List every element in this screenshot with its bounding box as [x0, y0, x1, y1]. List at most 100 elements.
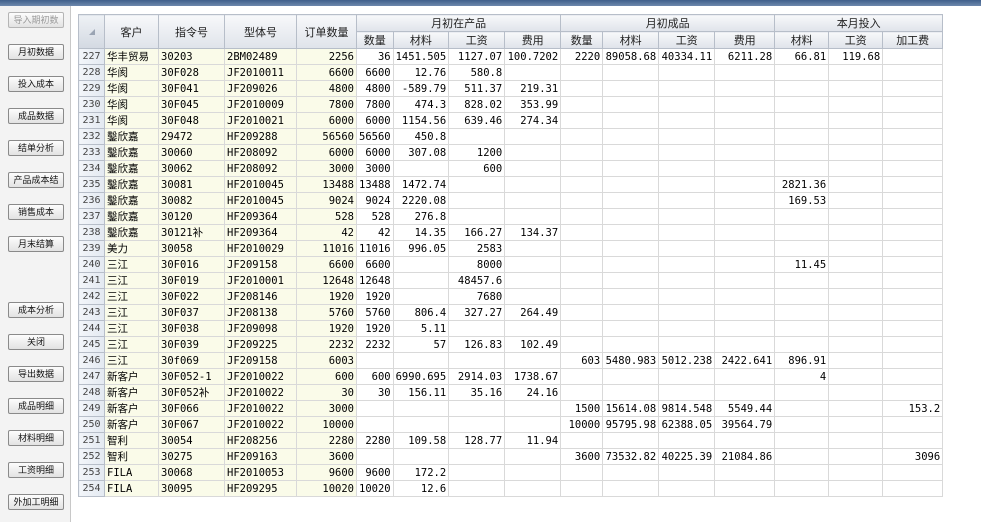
order-no-cell[interactable]: 30054 — [158, 432, 225, 449]
wip-material-cell[interactable]: 57 — [392, 336, 450, 353]
order-analysis-button[interactable]: 结单分析 — [8, 140, 64, 156]
input-processing-cell[interactable] — [882, 320, 944, 337]
order-no-cell[interactable]: 30F066 — [158, 400, 225, 417]
finished-wage-cell[interactable] — [658, 240, 716, 257]
wip-wage-cell[interactable] — [448, 192, 506, 209]
finished-material-cell[interactable] — [602, 64, 660, 81]
finished-expense-cell[interactable] — [714, 144, 776, 161]
input-processing-cell[interactable] — [882, 128, 944, 145]
wip-wage-cell[interactable] — [448, 464, 506, 481]
table-row[interactable]: 232 鑿欣嘉 29472 HF209288 56560 56560 450.8 — [78, 128, 944, 145]
input-processing-cell[interactable] — [882, 256, 944, 273]
col-header-wip-expense[interactable]: 费用 — [504, 31, 562, 49]
col-header-input-wage[interactable]: 工资 — [828, 31, 884, 49]
input-processing-cell[interactable] — [882, 48, 944, 65]
finished-expense-cell[interactable]: 5549.44 — [714, 400, 776, 417]
finished-expense-cell[interactable] — [714, 320, 776, 337]
input-processing-cell[interactable] — [882, 176, 944, 193]
order-qty-cell[interactable]: 6600 — [296, 64, 357, 81]
finished-wage-cell[interactable] — [658, 128, 716, 145]
input-material-cell[interactable] — [774, 272, 830, 289]
input-wage-cell[interactable]: 119.68 — [828, 48, 884, 65]
order-no-cell[interactable]: 30F041 — [158, 80, 225, 97]
close-button[interactable]: 关闭 — [8, 334, 64, 350]
input-wage-cell[interactable] — [828, 176, 884, 193]
order-qty-cell[interactable]: 56560 — [296, 128, 357, 145]
finished-qty-cell[interactable] — [560, 208, 604, 225]
finished-qty-cell[interactable]: 2220 — [560, 48, 604, 65]
customer-cell[interactable]: 华丰贸易 — [104, 48, 159, 65]
wip-qty-cell[interactable] — [356, 448, 394, 465]
order-no-cell[interactable]: 30275 — [158, 448, 225, 465]
input-material-cell[interactable] — [774, 480, 830, 497]
wip-qty-cell[interactable]: 600 — [356, 368, 394, 385]
input-material-cell[interactable] — [774, 336, 830, 353]
finished-material-cell[interactable] — [602, 336, 660, 353]
finished-material-cell[interactable] — [602, 208, 660, 225]
order-qty-cell[interactable]: 2256 — [296, 48, 357, 65]
input-material-cell[interactable] — [774, 96, 830, 113]
col-header-order-qty[interactable]: 订单数量 — [296, 14, 357, 49]
finished-qty-cell[interactable] — [560, 224, 604, 241]
order-no-cell[interactable]: 30F052-1 — [158, 368, 225, 385]
order-qty-cell[interactable]: 3000 — [296, 160, 357, 177]
finished-wage-cell[interactable]: 5012.238 — [658, 352, 716, 369]
table-row[interactable]: 238 鑿欣嘉 30121补 HF209364 42 42 14.35 166.27 134.3… — [78, 224, 944, 241]
wip-qty-cell[interactable]: 9024 — [356, 192, 394, 209]
input-cost-button[interactable]: 投入成本 — [8, 76, 64, 92]
finished-expense-cell[interactable] — [714, 464, 776, 481]
finished-expense-cell[interactable] — [714, 480, 776, 497]
order-qty-cell[interactable]: 12648 — [296, 272, 357, 289]
table-row[interactable]: 230 华阂 30F045 JF2010009 7800 7800 474.3 828.02 3… — [78, 96, 944, 113]
wip-material-cell[interactable] — [392, 400, 450, 417]
order-qty-cell[interactable]: 9024 — [296, 192, 357, 209]
finished-wage-cell[interactable] — [658, 480, 716, 497]
col-header-customer[interactable]: 客户 — [104, 14, 159, 49]
wip-qty-cell[interactable]: 1920 — [356, 288, 394, 305]
order-no-cell[interactable]: 30F037 — [158, 304, 225, 321]
wip-expense-cell[interactable] — [504, 256, 562, 273]
finished-qty-cell[interactable] — [560, 368, 604, 385]
wip-material-cell[interactable]: 6990.695 — [392, 368, 450, 385]
input-wage-cell[interactable] — [828, 192, 884, 209]
order-qty-cell[interactable]: 4800 — [296, 80, 357, 97]
model-cell[interactable]: JF2010021 — [224, 112, 297, 129]
customer-cell[interactable]: 鑿欣嘉 — [104, 208, 159, 225]
order-no-cell[interactable]: 30F048 — [158, 112, 225, 129]
input-processing-cell[interactable] — [882, 224, 944, 241]
wip-qty-cell[interactable]: 2232 — [356, 336, 394, 353]
wip-material-cell[interactable] — [392, 352, 450, 369]
input-processing-cell[interactable] — [882, 480, 944, 497]
order-no-cell[interactable]: 30f069 — [158, 352, 225, 369]
customer-cell[interactable]: 美力 — [104, 240, 159, 257]
wip-material-cell[interactable]: 109.58 — [392, 432, 450, 449]
customer-cell[interactable]: FILA — [104, 464, 159, 481]
order-qty-cell[interactable]: 1920 — [296, 320, 357, 337]
wip-expense-cell[interactable] — [504, 448, 562, 465]
order-qty-cell[interactable]: 6600 — [296, 256, 357, 273]
finished-qty-cell[interactable] — [560, 176, 604, 193]
input-material-cell[interactable] — [774, 224, 830, 241]
finished-expense-cell[interactable] — [714, 192, 776, 209]
wip-qty-cell[interactable]: 36 — [356, 48, 394, 65]
customer-cell[interactable]: 智利 — [104, 448, 159, 465]
wip-wage-cell[interactable]: 1127.07 — [448, 48, 506, 65]
wip-expense-cell[interactable] — [504, 288, 562, 305]
finished-wage-cell[interactable] — [658, 272, 716, 289]
table-row[interactable]: 246 三江 30f069 JF209158 6003 603 5480.983 5012.2… — [78, 352, 944, 369]
finished-qty-cell[interactable] — [560, 256, 604, 273]
table-row[interactable]: 252 智利 30275 HF209163 3600 3600 73532.82 40225.… — [78, 448, 944, 465]
finished-material-cell[interactable] — [602, 160, 660, 177]
model-cell[interactable]: JF2010011 — [224, 64, 297, 81]
input-processing-cell[interactable] — [882, 336, 944, 353]
input-wage-cell[interactable] — [828, 224, 884, 241]
order-qty-cell[interactable]: 7800 — [296, 96, 357, 113]
order-qty-cell[interactable]: 1920 — [296, 288, 357, 305]
wip-expense-cell[interactable] — [504, 416, 562, 433]
table-row[interactable]: 249 新客户 30F066 JF2010022 3000 1500 15614.08 981… — [78, 400, 944, 417]
wip-expense-cell[interactable]: 274.34 — [504, 112, 562, 129]
order-qty-cell[interactable]: 6000 — [296, 144, 357, 161]
input-wage-cell[interactable] — [828, 144, 884, 161]
material-detail-button[interactable]: 材料明细 — [8, 430, 64, 446]
input-wage-cell[interactable] — [828, 112, 884, 129]
